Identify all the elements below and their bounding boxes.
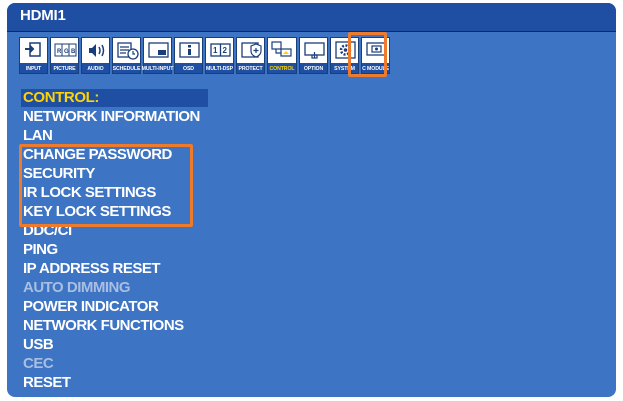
multi-input-icon <box>148 42 169 58</box>
option-icon <box>304 42 325 59</box>
svg-text:1: 1 <box>213 46 218 55</box>
tab-multi-dsp[interactable]: 1 2 MULTI-DSP <box>205 37 234 74</box>
svg-text:G: G <box>64 49 69 55</box>
svg-text:B: B <box>71 49 76 55</box>
osd-icon <box>179 42 200 58</box>
title-bar: HDMI1 <box>7 3 616 32</box>
control-icon <box>271 41 292 57</box>
menu-item-power-indicator[interactable]: POWER INDICATOR <box>23 297 443 316</box>
control-menu: CONTROL: NETWORK INFORMATION LAN CHANGE … <box>21 89 443 392</box>
menu-item-network-functions[interactable]: NETWORK FUNCTIONS <box>23 316 443 335</box>
svg-text:2: 2 <box>223 46 228 55</box>
tab-input[interactable]: INPUT <box>19 37 48 74</box>
picture-icon: R G B <box>54 43 77 57</box>
osd-window: HDMI1 INPUT R G B PICTURE AUDIO SCHEDULE… <box>7 3 616 397</box>
schedule-icon <box>117 42 139 60</box>
menu-item-ip-address-reset[interactable]: IP ADDRESS RESET <box>23 259 443 278</box>
menu-item-usb[interactable]: USB <box>23 335 443 354</box>
tab-protect[interactable]: PROTECT <box>236 37 265 74</box>
tab-bar: INPUT R G B PICTURE AUDIO SCHEDULE MULTI… <box>19 37 519 77</box>
protect-icon <box>241 42 262 58</box>
menu-item-network-information[interactable]: NETWORK INFORMATION <box>23 107 443 126</box>
tab-audio[interactable]: AUDIO <box>81 37 110 74</box>
svg-text:R: R <box>57 49 62 55</box>
menu-header-bar: CONTROL: <box>21 89 208 107</box>
tab-schedule[interactable]: SCHEDULE <box>112 37 141 74</box>
menu-item-lan[interactable]: LAN <box>23 126 443 145</box>
tab-option[interactable]: OPTION <box>299 37 328 74</box>
menu-header: CONTROL: <box>23 89 99 106</box>
tab-multi-input[interactable]: MULTI-INPUT <box>142 37 173 74</box>
multi-dsp-icon: 1 2 <box>210 43 231 57</box>
security-items-callout <box>19 144 193 227</box>
control-tab-callout <box>348 32 387 77</box>
tab-control[interactable]: CONTROL <box>267 37 297 74</box>
input-icon <box>25 42 41 57</box>
menu-item-ping[interactable]: PING <box>23 240 443 259</box>
tab-osd[interactable]: OSD <box>174 37 203 74</box>
tab-picture[interactable]: R G B PICTURE <box>50 37 79 74</box>
menu-item-cec: CEC <box>23 355 54 372</box>
menu-item-auto-dimming: AUTO DIMMING <box>23 279 131 296</box>
menu-item-reset[interactable]: RESET <box>23 373 443 392</box>
audio-icon <box>89 44 105 57</box>
input-source-title: HDMI1 <box>20 7 66 24</box>
